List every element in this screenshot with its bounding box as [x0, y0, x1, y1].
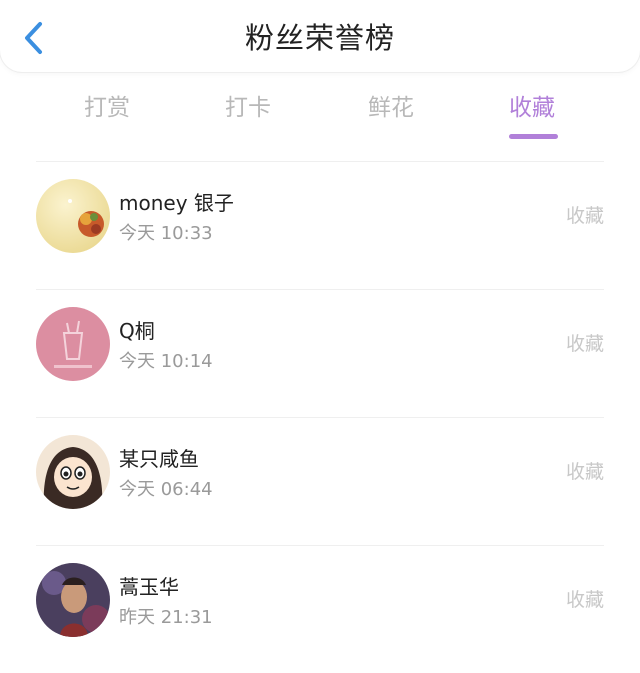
- fan-name: 蒿玉华: [119, 575, 179, 599]
- action-label: 收藏: [565, 205, 604, 227]
- action-label: 收藏: [565, 589, 604, 611]
- fan-time: 今天 10:14: [119, 351, 213, 372]
- avatar[interactable]: [36, 307, 110, 381]
- tab-reward[interactable]: 打赏: [47, 86, 167, 130]
- fan-time: 昨天 21:31: [119, 607, 213, 628]
- tab-label: 打赏: [84, 95, 130, 121]
- tab-flowers[interactable]: 鲜花: [331, 86, 451, 130]
- fan-time: 今天 06:44: [119, 479, 213, 500]
- header-bar: 粉丝荣誉榜: [0, 0, 640, 72]
- tab-checkin[interactable]: 打卡: [188, 86, 308, 130]
- avatar[interactable]: [36, 563, 110, 637]
- list-item[interactable]: money 银子 今天 10:33 收藏: [0, 161, 640, 289]
- fan-name: 某只咸鱼: [119, 447, 199, 471]
- action-label: 收藏: [565, 461, 604, 483]
- divider: [36, 289, 604, 290]
- active-tab-indicator: [509, 134, 558, 139]
- list-item[interactable]: 某只咸鱼 今天 06:44 收藏: [0, 417, 640, 545]
- list-item[interactable]: Q桐 今天 10:14 收藏: [0, 289, 640, 417]
- tab-label: 鲜花: [368, 95, 414, 121]
- fan-name: Q桐: [119, 319, 155, 343]
- divider: [36, 545, 604, 546]
- tab-label: 收藏: [509, 95, 555, 121]
- divider: [36, 417, 604, 418]
- fan-time: 今天 10:33: [119, 223, 213, 244]
- page-title: 粉丝荣誉榜: [244, 21, 395, 55]
- tab-bar: 打赏 打卡 鲜花 收藏: [0, 86, 640, 142]
- action-label: 收藏: [565, 333, 604, 355]
- fan-list: money 银子 今天 10:33 收藏 Q桐 今天 10:14 收藏 某只咸鱼…: [0, 161, 640, 673]
- divider: [36, 161, 604, 162]
- fan-name: money 银子: [119, 191, 234, 215]
- avatar[interactable]: [36, 179, 110, 253]
- list-item[interactable]: 蒿玉华 昨天 21:31 收藏: [0, 545, 640, 673]
- avatar[interactable]: [36, 435, 110, 509]
- tab-favorites[interactable]: 收藏: [472, 86, 592, 139]
- tab-label: 打卡: [225, 95, 271, 121]
